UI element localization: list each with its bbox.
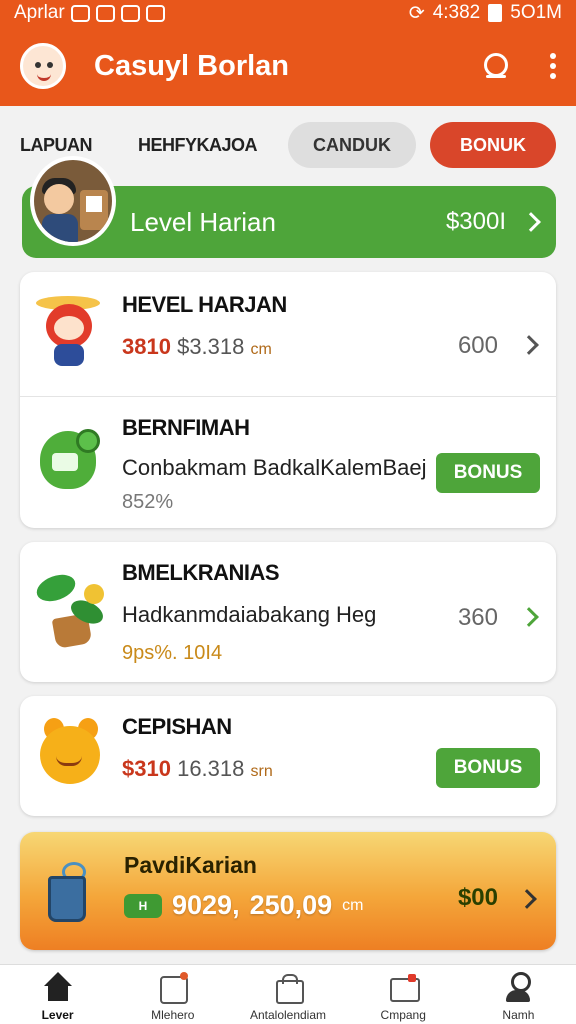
notification-icon bbox=[120, 4, 140, 22]
status-right: ⟳ 4:382 5O1M bbox=[409, 2, 562, 25]
notification-icon bbox=[145, 4, 165, 22]
price-grey: 16.318 bbox=[177, 756, 245, 781]
leaf-green-icon bbox=[36, 423, 104, 497]
item-price: 3810 $3.318 cm bbox=[122, 334, 272, 360]
status-bar: Aprlar ⟳ 4:382 5O1M bbox=[0, 0, 576, 26]
nav-label: Antalolendiam bbox=[249, 1008, 327, 1022]
tab-bonuk[interactable]: BONUK bbox=[430, 122, 556, 168]
price-unit: cm bbox=[250, 341, 272, 358]
card-group-1: HEVEL HARJAN 3810 $3.318 cm 600 BERNFIMA… bbox=[20, 272, 556, 528]
price-red: 3810 bbox=[122, 334, 171, 359]
item-value: 360 bbox=[457, 604, 498, 631]
sun-mascot-icon bbox=[36, 716, 104, 792]
bucket-icon bbox=[42, 862, 92, 926]
item-meta: 852% bbox=[122, 491, 174, 513]
status-right-text: 5O1M bbox=[510, 2, 562, 23]
notification-icon bbox=[70, 4, 90, 22]
gold-unit: cm bbox=[342, 896, 364, 914]
gold-reward-card[interactable]: PavdiKarian H 9029, 250,09 cm $00 bbox=[20, 832, 556, 950]
status-time: 4:382 bbox=[432, 2, 481, 23]
item-subtitle: Conbakmam BadkalKalemBaej bbox=[122, 455, 427, 480]
app-title: Casuyl Borlan bbox=[94, 49, 289, 82]
nav-item-lever[interactable]: Lever bbox=[0, 965, 115, 1024]
more-vert-icon[interactable] bbox=[550, 53, 556, 79]
ticket-icon: H bbox=[124, 893, 162, 918]
item-title: BERNFIMAH bbox=[122, 415, 250, 440]
nav-label: Cmpang bbox=[380, 1008, 426, 1022]
search-icon[interactable] bbox=[482, 52, 510, 80]
notification-icon bbox=[95, 4, 115, 22]
mail-icon bbox=[386, 972, 421, 1004]
bonus-button[interactable]: BONUS bbox=[436, 748, 540, 788]
gold-value: $00 bbox=[457, 884, 498, 911]
price-red: $310 bbox=[122, 756, 171, 781]
nav-label: Mlehero bbox=[151, 1008, 195, 1022]
app-actions bbox=[482, 52, 556, 80]
chevron-right-icon bbox=[519, 607, 539, 627]
avatar bbox=[30, 156, 116, 246]
tab-lapuan[interactable]: LAPUAN bbox=[20, 135, 138, 156]
chevron-right-icon bbox=[517, 889, 537, 909]
app-bar: Casuyl Borlan bbox=[0, 26, 576, 106]
item-price: $310 16.318 srn bbox=[122, 756, 273, 782]
user-icon bbox=[501, 972, 535, 1004]
tab-bar: LAPUAN HEHFYKAJOA CANDUK BONUK bbox=[20, 120, 556, 170]
chevron-right-icon bbox=[521, 212, 541, 232]
tab-hehfykajoa[interactable]: HEHFYKAJOA bbox=[138, 135, 288, 156]
list-item-bernfimah[interactable]: BERNFIMAH Conbakmam BadkalKalemBaej 852%… bbox=[20, 397, 556, 528]
palm-plant-icon bbox=[33, 569, 110, 654]
bag-icon bbox=[271, 972, 305, 1004]
banner-label: Level Harian bbox=[130, 206, 276, 237]
bottom-nav: Lever Mlehero Antalolendiam Cmpang Namh bbox=[0, 964, 576, 1024]
item-meta: 9ps%. 10I4 bbox=[122, 642, 223, 664]
signal-icon: ⟳ bbox=[408, 2, 425, 24]
price-grey: $3.318 bbox=[177, 334, 245, 359]
list-item-cepishan[interactable]: CEPISHAN $310 16.318 srn BONUS bbox=[20, 696, 556, 816]
item-title: BMELKRANIAS bbox=[122, 560, 280, 585]
bonus-button[interactable]: BONUS bbox=[436, 453, 540, 493]
mascot-red-icon bbox=[36, 296, 100, 368]
gold-amount: 9029, bbox=[172, 890, 240, 920]
banner-value: $300I bbox=[445, 208, 506, 235]
nav-item-cmpang[interactable]: Cmpang bbox=[346, 965, 461, 1024]
gold-amount-row: H 9029, 250,09 cm bbox=[124, 890, 364, 921]
nav-item-antalolendiam[interactable]: Antalolendiam bbox=[230, 965, 345, 1024]
chevron-right-icon bbox=[519, 335, 539, 355]
tab-canduk[interactable]: CANDUK bbox=[288, 122, 416, 168]
status-app-name: Aprlar bbox=[14, 2, 65, 23]
item-title: HEVEL HARJAN bbox=[122, 292, 287, 317]
status-left: Aprlar bbox=[14, 2, 165, 24]
box-icon bbox=[156, 972, 190, 1004]
battery-icon bbox=[488, 4, 503, 22]
price-unit: srn bbox=[250, 763, 273, 780]
item-subtitle: Hadkanmdaiabakang Heg bbox=[122, 602, 377, 627]
nav-label: Lever bbox=[41, 1008, 74, 1022]
gold-amount-mid: 250,09 bbox=[249, 890, 333, 920]
list-item-hevel[interactable]: HEVEL HARJAN 3810 $3.318 cm 600 bbox=[20, 272, 556, 396]
item-value: 600 bbox=[457, 332, 498, 359]
list-item-bmelkranias[interactable]: BMELKRANIAS Hadkanmdaiabakang Heg 9ps%. … bbox=[20, 542, 556, 682]
app-logo-icon bbox=[20, 43, 66, 89]
gold-title: PavdiKarian bbox=[124, 852, 257, 878]
item-title: CEPISHAN bbox=[122, 714, 232, 739]
nav-item-namh[interactable]: Namh bbox=[461, 965, 576, 1024]
nav-label: Namh bbox=[502, 1008, 535, 1022]
nav-item-mlehero[interactable]: Mlehero bbox=[115, 965, 230, 1024]
home-icon bbox=[41, 972, 75, 1004]
